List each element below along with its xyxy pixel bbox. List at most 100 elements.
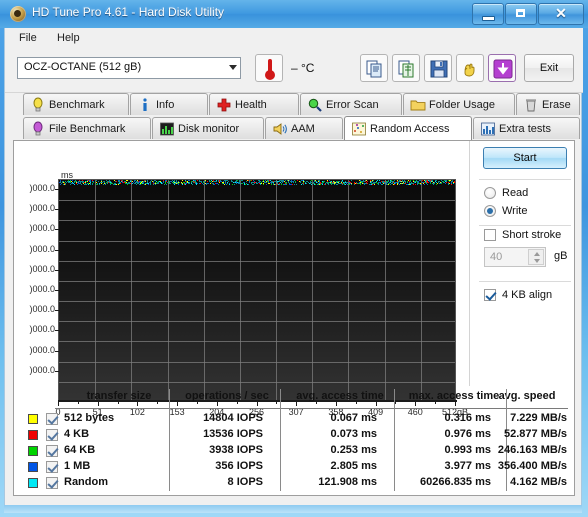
green-bars-icon (159, 121, 175, 137)
chart-data-point (306, 182, 308, 184)
chart-data-point (188, 180, 190, 182)
chart-data-point (195, 183, 197, 185)
save-button[interactable] (424, 54, 452, 82)
chart-data-point (181, 181, 183, 183)
chart-data-point (325, 182, 327, 184)
copy-to-spreadsheet-button[interactable] (392, 54, 420, 82)
application-window: HD Tune Pro 4.61 - Hard Disk Utility ✕ F… (0, 0, 588, 517)
chart-data-point (401, 181, 403, 183)
short-stroke-stepper[interactable] (528, 249, 544, 265)
download-button[interactable] (488, 54, 516, 82)
checkbox-label: Short stroke (502, 229, 562, 241)
options-button[interactable] (456, 54, 484, 82)
chart-data-point (66, 182, 68, 184)
chart-data-point (125, 180, 127, 182)
temperature-button[interactable] (255, 54, 283, 82)
chart-data-point (140, 181, 142, 183)
copy-to-clipboard-button[interactable] (360, 54, 388, 82)
chart-data-point (116, 183, 117, 185)
chart-data-point (295, 180, 297, 182)
chart-data-point (418, 181, 420, 183)
row-checkbox[interactable] (46, 429, 58, 441)
tab-extra-tests[interactable]: Extra tests (473, 117, 580, 139)
chart-data-point (260, 180, 262, 182)
chart-y-tick (55, 370, 59, 372)
chart-data-point (358, 180, 360, 182)
row-checkbox[interactable] (46, 413, 58, 425)
row-checkbox[interactable] (46, 445, 58, 457)
chart-data-point (319, 181, 321, 183)
chart-data-point (155, 182, 157, 184)
chart-data-point (216, 180, 218, 182)
chart-y-tick (55, 330, 59, 332)
tab-label: Disk monitor (178, 122, 240, 135)
menu-help[interactable]: Help (51, 31, 86, 45)
chart-y-tick (55, 249, 59, 251)
chart-data-point (392, 181, 394, 183)
table-row[interactable]: Random 8 IOPS 121.908 ms 60266.835 ms 4.162 … (22, 475, 568, 491)
table-row[interactable]: 512 bytes 14804 IOPS 0.067 ms 0.316 ms 7.229… (22, 411, 568, 427)
minimize-button[interactable] (472, 3, 504, 25)
chart-y-tick-label: )000.0 (29, 223, 55, 234)
chart-data-point (221, 182, 223, 184)
chart-data-point (172, 181, 174, 183)
short-stroke-input[interactable]: 40 (484, 247, 546, 267)
chart-data-point (257, 183, 259, 185)
row-checkbox[interactable] (46, 461, 58, 473)
chart-data-point (248, 181, 250, 183)
chart-data-point (372, 180, 374, 182)
chart-data-point (341, 182, 343, 184)
copy-excel-icon (398, 60, 414, 78)
tab-error-scan[interactable]: Error Scan (300, 93, 402, 115)
checkbox-4kb-align[interactable]: 4 KB align (484, 289, 552, 301)
red-cross-icon (216, 97, 232, 113)
table-row[interactable]: 64 KB 3938 IOPS 0.253 ms 0.993 ms 246.163 MB… (22, 443, 568, 459)
chart-data-point (455, 182, 456, 183)
chart-gridline-horizontal (59, 341, 455, 342)
tab-health[interactable]: Health (209, 93, 299, 115)
chevron-down-icon (229, 65, 237, 70)
tab-erase[interactable]: Erase (516, 93, 580, 115)
exit-button[interactable]: Exit (524, 54, 574, 82)
tab-info[interactable]: Info (130, 93, 208, 115)
chart-gridline-horizontal (59, 281, 455, 282)
row-checkbox[interactable] (46, 477, 58, 489)
chart-data-points (59, 180, 456, 185)
chart-data-point (432, 180, 434, 182)
chart-data-point (433, 182, 435, 184)
start-button[interactable]: Start (483, 147, 567, 169)
chart-data-point (247, 183, 249, 185)
chart-y-tick (55, 290, 59, 291)
chart-data-point (60, 182, 62, 184)
radio-read[interactable]: Read (484, 187, 528, 199)
table-row[interactable]: 4 KB 13536 IOPS 0.073 ms 0.976 ms 52.877 MB/… (22, 427, 568, 443)
chart-data-point (224, 183, 226, 185)
chart-y-tick-label: )000.0 (29, 324, 55, 335)
tab-benchmark[interactable]: Benchmark (23, 93, 129, 115)
tab-random-access[interactable]: Random Access (344, 116, 472, 140)
tab-disk-monitor[interactable]: Disk monitor (152, 117, 264, 139)
maximize-button[interactable] (505, 3, 537, 25)
table-row[interactable]: 1 MB 356 IOPS 2.805 ms 3.977 ms 356.400 MB/s (22, 459, 568, 475)
app-icon (10, 6, 26, 22)
radio-write[interactable]: Write (484, 205, 527, 217)
chart-data-point (118, 180, 120, 182)
tab-aam[interactable]: AAM (265, 117, 343, 139)
chart-data-point (186, 183, 188, 185)
chart-data-point (268, 183, 270, 185)
chart-data-point (176, 183, 178, 185)
menu-file[interactable]: File (13, 31, 43, 45)
chart-data-point (440, 183, 442, 185)
drive-select[interactable]: OCZ-OCTANE (512 gB) (17, 57, 241, 79)
chart-data-point (164, 182, 166, 184)
chart-data-point (247, 180, 249, 182)
chart-data-point (370, 183, 372, 185)
tab-folder-usage[interactable]: Folder Usage (403, 93, 515, 115)
close-button[interactable]: ✕ (538, 3, 584, 25)
checkbox-short-stroke[interactable]: Short stroke (484, 229, 561, 241)
chart-data-point (309, 183, 311, 185)
chart-data-point (303, 183, 305, 185)
yellow-bulb-icon (30, 97, 46, 113)
chart-data-point (363, 183, 365, 185)
tab-file-benchmark[interactable]: File Benchmark (23, 117, 151, 139)
